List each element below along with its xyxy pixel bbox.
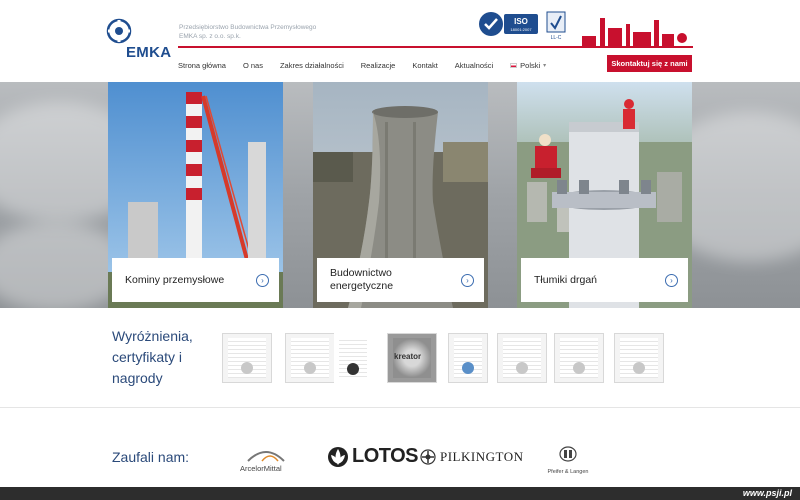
arcelormittal-logo[interactable]: ArcelorMittal xyxy=(240,447,292,473)
tile-vibration-dampers[interactable]: Tłumiki drgań › xyxy=(517,82,692,308)
site-watermark: www.psji.pl xyxy=(742,488,792,498)
arrow-right-icon[interactable]: › xyxy=(256,274,269,287)
tile-energy-construction[interactable]: Budownictwo energetyczne › xyxy=(313,82,488,308)
pfeifer-langen-emblem-icon xyxy=(559,446,577,462)
tile-title: Budownictwo energetyczne xyxy=(330,267,394,292)
site-header: EMKA Przedsiębiorstwo Budownictwa Przemy… xyxy=(0,0,800,82)
lotos-name: LOTOS xyxy=(352,445,419,467)
quality-certificate-icon: LL-C xyxy=(546,11,566,41)
certificate-thumbnail[interactable] xyxy=(448,333,488,383)
main-navigation: Strona główna O nas Zakres działalności … xyxy=(178,56,563,74)
tagline-line-2: EMKA sp. z o.o. sp.k. xyxy=(179,33,241,40)
certificate-thumbnail[interactable] xyxy=(334,333,372,383)
pilkington-logo[interactable]: PILKINGTON xyxy=(420,449,523,465)
company-tagline: Przedsiębiorstwo Budownictwa Przemysłowe… xyxy=(179,23,316,41)
partners-section: Zaufali nam: ArcelorMittal LOTOS PILKING… xyxy=(0,409,800,487)
logo-text: EMKA xyxy=(126,44,172,61)
arcelormittal-name: ArcelorMittal xyxy=(240,464,282,473)
arrow-right-icon[interactable]: › xyxy=(665,274,678,287)
kreator-badge-text: kreator xyxy=(394,352,422,361)
nav-home[interactable]: Strona główna xyxy=(178,61,226,70)
tile-label: Tłumiki drgań › xyxy=(521,258,688,302)
emka-logo[interactable]: EMKA xyxy=(106,18,172,62)
hero-section: Kominy przemysłowe › Budownictwo energet… xyxy=(0,82,800,308)
emka-logo-icon xyxy=(106,18,132,44)
arrow-right-icon[interactable]: › xyxy=(461,274,474,287)
certificate-thumbnail[interactable] xyxy=(554,333,604,383)
pilkington-emblem-icon xyxy=(420,449,436,465)
tile-label: Budownictwo energetyczne › xyxy=(317,258,484,302)
tagline-line-1: Przedsiębiorstwo Budownictwa Przemysłowe… xyxy=(179,24,317,31)
cert-label: LL-C xyxy=(551,35,562,41)
page: EMKA Przedsiębiorstwo Budownictwa Przemy… xyxy=(0,0,800,500)
header-divider xyxy=(178,46,692,48)
chevron-down-icon: ▾ xyxy=(543,62,547,69)
certificate-thumbnail[interactable] xyxy=(285,333,335,383)
tile-title: Tłumiki drgań xyxy=(534,273,598,286)
contact-us-button[interactable]: Skontaktuj się z nami xyxy=(607,55,692,72)
awards-section: Wyróżnienia, certyfikaty i nagrody kreat… xyxy=(0,308,800,408)
partners-heading: Zaufali nam: xyxy=(112,449,190,465)
nav-about[interactable]: O nas xyxy=(243,61,263,70)
iso-sublabel: 18001:2007 xyxy=(510,27,532,32)
nav-scope[interactable]: Zakres działalności xyxy=(280,61,344,70)
awards-heading: Wyróżnienia, certyfikaty i nagrody xyxy=(112,328,193,386)
language-label: Polski xyxy=(520,60,541,70)
lotos-logo[interactable]: LOTOS xyxy=(327,445,419,468)
certificate-thumbnail[interactable] xyxy=(614,333,664,383)
iso-certificate-icon: ISO 18001:2007 xyxy=(479,12,538,36)
nav-projects[interactable]: Realizacje xyxy=(361,61,396,70)
pfeifer-langen-logo[interactable]: Pfeifer & Langen xyxy=(543,446,593,475)
iso-label: ISO xyxy=(514,17,528,26)
arcelormittal-swoosh-icon xyxy=(247,451,285,462)
footer-bar: www.psji.pl xyxy=(0,487,800,500)
language-selector[interactable]: Polski ▾ xyxy=(510,61,546,70)
certificate-thumbnail[interactable] xyxy=(222,333,272,383)
polish-flag-icon xyxy=(510,62,518,68)
certificate-thumbnail[interactable] xyxy=(497,333,547,383)
tile-industrial-chimneys[interactable]: Kominy przemysłowe › xyxy=(108,82,283,308)
tile-title: Kominy przemysłowe xyxy=(125,273,225,286)
factory-skyline-icon xyxy=(578,18,693,48)
nav-news[interactable]: Aktualności xyxy=(455,61,493,70)
tile-label: Kominy przemysłowe › xyxy=(112,258,279,302)
pfeifer-langen-name: Pfeifer & Langen xyxy=(547,469,589,475)
pilkington-name: PILKINGTON xyxy=(440,449,524,464)
lotos-flower-icon xyxy=(328,446,348,467)
certificate-thumbnail[interactable]: kreator xyxy=(387,333,437,383)
nav-contact[interactable]: Kontakt xyxy=(412,61,437,70)
